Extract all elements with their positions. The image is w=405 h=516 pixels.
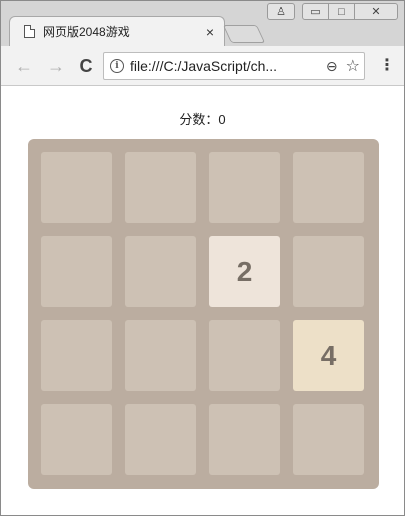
- grid-cell: [41, 152, 112, 223]
- address-bar[interactable]: i file:///C:/JavaScript/ch... ⊖ ☆: [103, 52, 365, 80]
- grid-cell: [41, 320, 112, 391]
- url-text[interactable]: file:///C:/JavaScript/ch...: [130, 58, 326, 74]
- tile-4: 4: [293, 320, 364, 391]
- grid-cell: [293, 236, 364, 307]
- browser-tab[interactable]: 网页版2048游戏 ×: [9, 16, 225, 46]
- grid-cell: [209, 404, 280, 475]
- grid-cell: [209, 320, 280, 391]
- zoom-icon[interactable]: ⊖: [326, 58, 338, 75]
- grid-cell: [41, 404, 112, 475]
- grid-cell: [125, 152, 196, 223]
- tile-2: 2: [209, 236, 280, 307]
- page-icon: [24, 25, 35, 38]
- reload-button[interactable]: C: [75, 55, 97, 77]
- grid-cell: [293, 152, 364, 223]
- grid-cell: [125, 236, 196, 307]
- browser-menu-icon[interactable]: ⋮: [377, 56, 397, 76]
- minimize-button[interactable]: ▭: [302, 3, 329, 20]
- back-button[interactable]: ←: [13, 55, 35, 77]
- forward-button[interactable]: →: [45, 55, 67, 77]
- tab-title: 网页版2048游戏: [43, 25, 130, 39]
- title-bar: ♙ ▭ □ ✕ 网页版2048游戏 ×: [1, 1, 404, 46]
- grid-cell: [209, 152, 280, 223]
- page-viewport: 分数：0 24: [1, 87, 404, 515]
- close-window-button[interactable]: ✕: [354, 3, 398, 20]
- site-info-icon[interactable]: i: [110, 59, 124, 73]
- grid-cell: [41, 236, 112, 307]
- bookmark-star-icon[interactable]: ☆: [346, 56, 360, 76]
- tab-close-icon[interactable]: ×: [206, 24, 214, 40]
- score-label: 分数：0: [179, 112, 226, 127]
- user-profile-icon[interactable]: ♙: [267, 3, 295, 20]
- grid-cell: [293, 404, 364, 475]
- browser-toolbar: ← → C i file:///C:/JavaScript/ch... ⊖ ☆ …: [1, 46, 404, 86]
- maximize-button[interactable]: □: [328, 3, 355, 20]
- game-board: 24: [28, 139, 379, 489]
- window-controls: ♙ ▭ □ ✕: [267, 3, 398, 21]
- grid-cell: [125, 404, 196, 475]
- new-tab-button[interactable]: [222, 25, 266, 43]
- browser-window: ♙ ▭ □ ✕ 网页版2048游戏 × ← → C i file:///C:/J…: [0, 0, 405, 516]
- grid-cell: [125, 320, 196, 391]
